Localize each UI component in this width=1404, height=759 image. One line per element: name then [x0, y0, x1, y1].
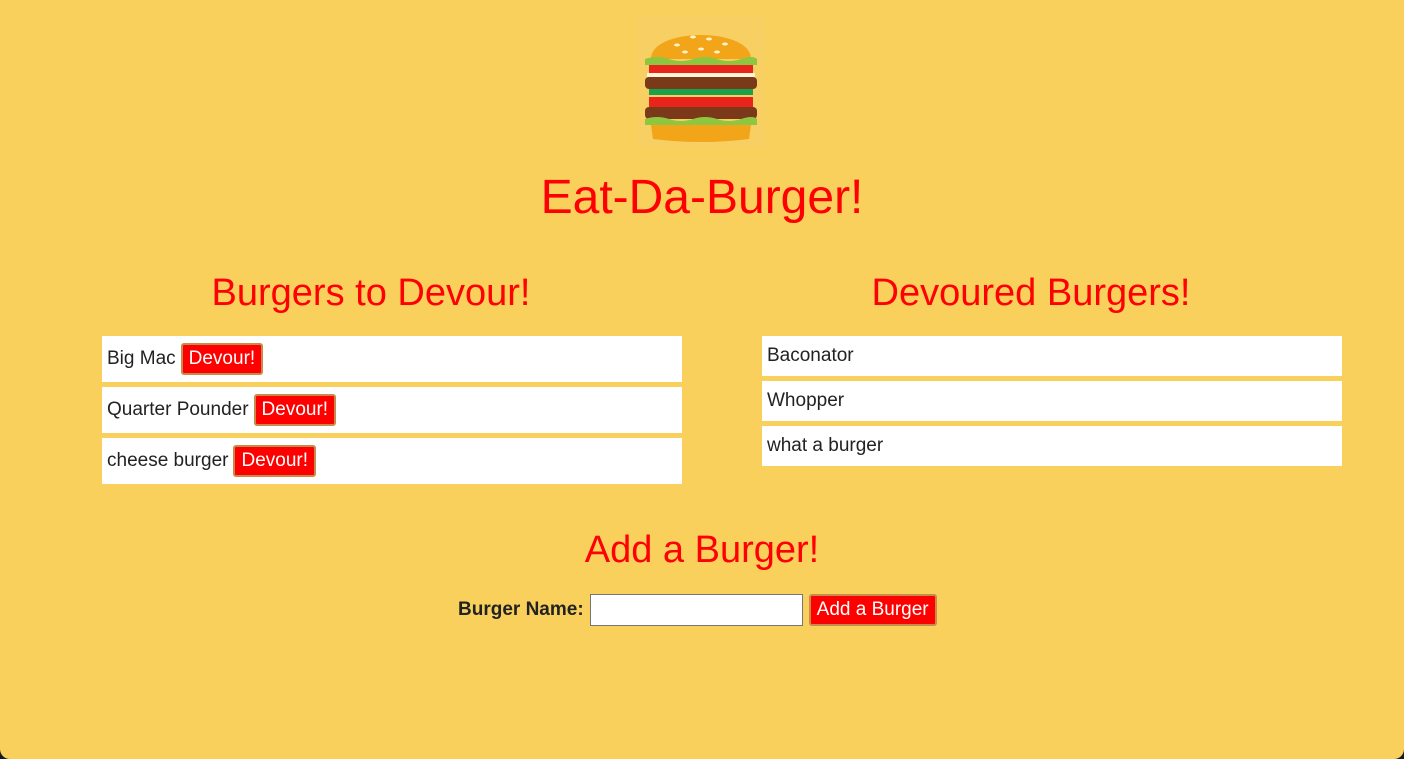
burger-name-label: Burger Name: — [458, 599, 584, 620]
devoured-list: Baconator Whopper what a burger — [762, 336, 1342, 471]
list-item: Quarter Pounder Devour! — [102, 387, 682, 433]
add-burger-button[interactable]: Add a Burger — [808, 594, 937, 626]
burger-name: Big Mac — [107, 348, 176, 369]
burger-name: cheese burger — [107, 450, 229, 471]
devour-button[interactable]: Devour! — [180, 343, 264, 375]
burger-name: Whopper — [767, 390, 845, 411]
burger-name: Baconator — [767, 345, 854, 366]
page-title: Eat-Da-Burger! — [540, 171, 864, 224]
devour-button[interactable]: Devour! — [233, 445, 316, 477]
to-devour-title: Burgers to Devour! — [211, 272, 531, 314]
burger-logo-icon — [637, 17, 765, 147]
to-devour-list: Big Mac Devour! Quarter Pounder Devour! … — [102, 336, 682, 489]
add-burger-title: Add a Burger! — [584, 529, 820, 571]
list-item: cheese burger Devour! — [102, 438, 682, 484]
add-burger-form: Burger Name: Add a Burger — [458, 592, 937, 628]
list-item: Whopper — [762, 381, 1342, 421]
burger-name: Quarter Pounder — [107, 399, 249, 420]
burger-name: what a burger — [767, 435, 884, 456]
devour-button[interactable]: Devour! — [253, 394, 337, 426]
page: Eat-Da-Burger! Burgers to Devour! Devour… — [0, 0, 1404, 759]
list-item: Baconator — [762, 336, 1342, 376]
list-item: Big Mac Devour! — [102, 336, 682, 382]
burger-name-input[interactable] — [589, 594, 803, 626]
devoured-title: Devoured Burgers! — [871, 272, 1191, 314]
list-item: what a burger — [762, 426, 1342, 466]
